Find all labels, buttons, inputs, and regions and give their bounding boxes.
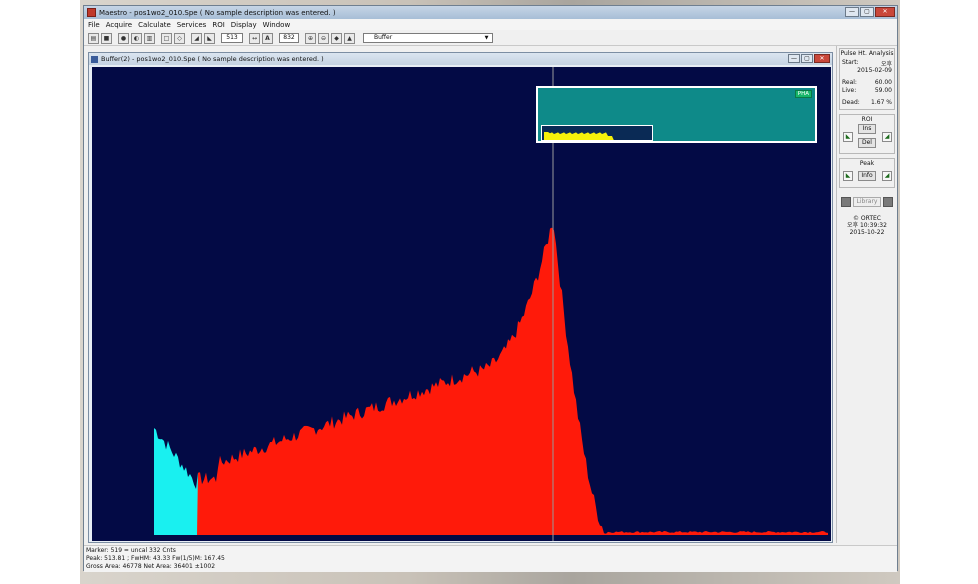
spectrum-trace [197,227,828,535]
inset-expanded-view[interactable] [541,125,653,141]
minimize-button[interactable]: — [845,7,859,17]
buffer-minimize-button[interactable]: — [788,54,800,63]
clear-icon[interactable]: □ [161,32,172,44]
marker-readout: Marker: 519 = uncal 332 Cnts [86,547,176,554]
title-bar[interactable]: Maestro - pos1wo2_010.Spe ( No sample de… [84,6,897,19]
menu-services[interactable]: Services [177,21,207,29]
copy-icon[interactable]: ▥ [144,32,155,44]
toolbar: ▤ ■ ● ◐ ▥ □ ◇ ◢ ◣ 513 ↔ A 832 ⊕ ⊖ ◆ ▲ Bu… [84,31,897,46]
brand-label: © ORTEC [852,215,881,222]
menu-window[interactable]: Window [263,21,291,29]
close-button[interactable]: ✕ [875,7,895,17]
library-button[interactable]: Library [853,197,881,207]
dead-label: Dead: [842,99,860,106]
live-row: Live: 59.00 [842,87,892,94]
maximize-button[interactable]: ▢ [860,7,874,17]
peak-next-icon[interactable]: ◢ [882,171,892,181]
live-value: 59.00 [874,87,892,94]
buffer-select-value: Buffer [374,34,393,41]
app-icon [87,8,96,17]
buffer-maximize-button[interactable]: ▢ [801,54,813,63]
dead-value: 1.67 % [871,99,892,106]
peak-info-button[interactable]: Info [858,171,876,181]
area-readout: Gross Area: 46778 Net Area: 36401 ±1002 [86,563,216,570]
menu-display[interactable]: Display [231,21,257,29]
pha-title: Pulse Ht. Analysis [840,50,894,57]
roi-clear-icon[interactable]: ◇ [174,32,185,44]
stop-icon[interactable]: ◐ [131,32,142,44]
buffer-title: Buffer(2) - pos1wo2_010.Spe ( No sample … [101,55,324,63]
status-bar: Marker: 519 = uncal 332 Cnts Peak: 513.8… [84,545,897,572]
menu-bar: File Acquire Calculate Services ROI Disp… [84,19,897,30]
roi-unmark-icon[interactable]: ◣ [204,32,215,44]
window-controls: — ▢ ✕ [845,7,895,17]
peak-prev-icon[interactable]: ◣ [843,171,853,181]
roi-mark-icon[interactable]: ◢ [191,32,202,44]
start-date-row: 2015-02-09 [842,67,892,74]
vertical-scale-field[interactable]: 832 [279,33,299,43]
buffer-title-bar[interactable]: Buffer(2) - pos1wo2_010.Spe ( No sample … [89,53,832,65]
menu-roi[interactable]: ROI [212,21,224,29]
window-title: Maestro - pos1wo2_010.Spe ( No sample de… [99,8,336,17]
record-icon[interactable]: ● [118,32,129,44]
clock-date: 2015-10-22 [849,229,885,236]
roi-group: ROI Ins Del ◣ ◢ [839,114,895,154]
menu-acquire[interactable]: Acquire [106,21,132,29]
baseline-icon[interactable]: ▲ [344,32,355,44]
inset-spectrum [544,132,614,140]
roi-region [154,428,198,535]
buffer-icon [91,55,98,63]
start-date: 2015-02-09 [857,67,892,74]
buffer-select[interactable]: Buffer ▼ [363,33,493,43]
marker-field[interactable]: 513 [221,33,243,43]
real-row: Real: 60.00 [842,79,892,86]
roi-next-icon[interactable]: ◢ [882,132,892,142]
roi-prev-icon[interactable]: ◣ [843,132,853,142]
buffer-window: Buffer(2) - pos1wo2_010.Spe ( No sample … [88,52,833,543]
peak-group: Peak Info ◣ ◢ [839,158,895,188]
horizontal-scale-icon[interactable]: ↔ [249,32,260,44]
roi-delete-button[interactable]: Del [858,138,876,148]
inset-spectrum-trace [544,132,614,140]
open-icon[interactable]: ▤ [88,32,99,44]
pha-mode-badge: PHA [794,90,812,98]
zoom-in-icon[interactable]: ⊕ [305,32,316,44]
live-label: Live: [842,87,857,94]
full-spectrum-inset[interactable]: PHA [536,86,817,143]
real-value: 60.00 [874,79,892,86]
roi-insert-button[interactable]: Ins [858,124,876,134]
buffer-window-controls: — ▢ ✕ [788,54,830,63]
side-panel: Pulse Ht. Analysis Start: 오후 2015-02-09 … [836,46,897,543]
save-icon[interactable]: ■ [101,32,112,44]
library-row: Library [841,196,893,208]
app-window: Maestro - pos1wo2_010.Spe ( No sample de… [83,5,898,572]
log-scale-button[interactable]: A [262,32,273,44]
library-next-icon[interactable] [883,197,893,207]
peak-title: Peak [859,160,875,167]
roi-title: ROI [861,116,873,123]
spectrum-plot[interactable]: PHA [92,67,831,541]
zoom-out-icon[interactable]: ⊖ [318,32,329,44]
peak-readout: Peak: 513.81 ; FwHM: 43.33 Fw(1/5)M: 167… [86,555,225,562]
library-prev-icon[interactable] [841,197,851,207]
clock-time: 오후 10:39:32 [847,222,887,229]
buffer-close-button[interactable]: ✕ [814,54,830,63]
menu-calculate[interactable]: Calculate [138,21,171,29]
dead-row: Dead: 1.67 % [842,99,892,106]
real-label: Real: [842,79,857,86]
pha-group: Pulse Ht. Analysis Start: 오후 2015-02-09 … [839,48,895,110]
center-icon[interactable]: ◆ [331,32,342,44]
chevron-down-icon: ▼ [484,35,489,41]
menu-file[interactable]: File [88,21,100,29]
